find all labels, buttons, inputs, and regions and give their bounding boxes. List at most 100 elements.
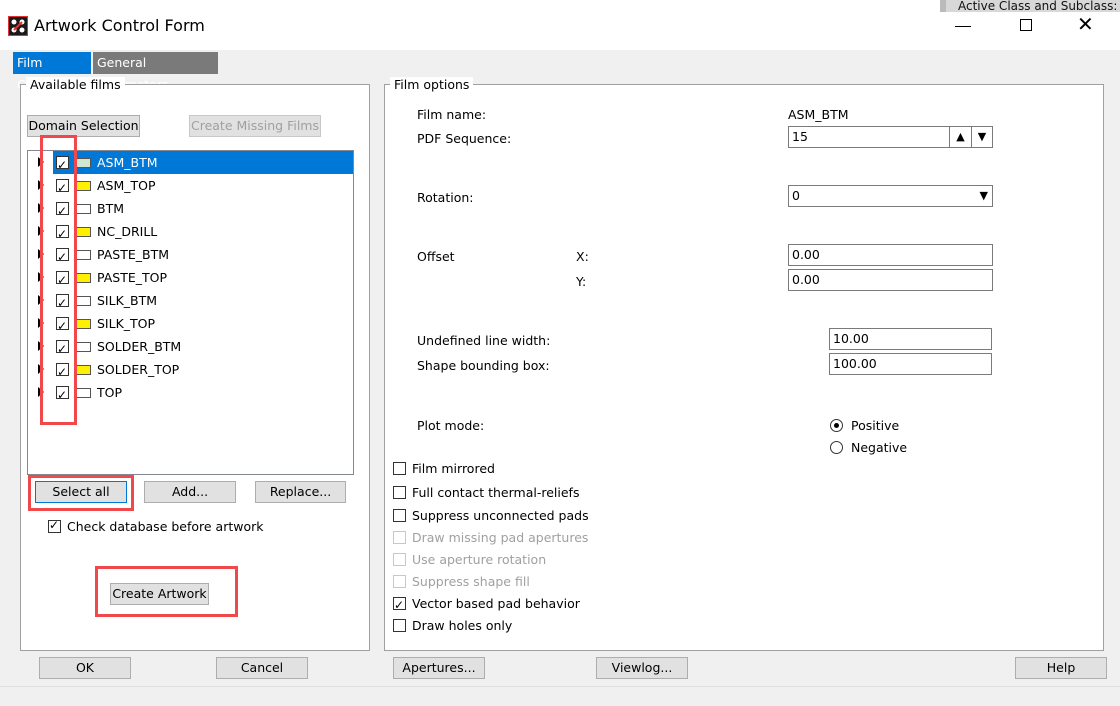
domain-selection-button[interactable]: Domain Selection — [27, 115, 140, 137]
film-name-value: ASM_BTM — [788, 107, 849, 122]
offset-x-input[interactable]: 0.00 — [788, 244, 993, 266]
undefined-line-width-input[interactable]: 10.00 — [829, 328, 992, 350]
film-item[interactable]: BTM — [28, 197, 358, 223]
background-window-text: Active Class and Subclass: — [940, 0, 1120, 12]
option-label: Use aperture rotation — [412, 552, 547, 567]
option-full-contact-thermal-reliefs[interactable]: Full contact thermal-reliefs — [393, 483, 579, 503]
window-title: Artwork Control Form — [34, 16, 205, 35]
minimize-button[interactable] — [955, 26, 971, 27]
option-checkbox[interactable] — [393, 462, 406, 475]
folder-icon — [76, 181, 91, 191]
check-database-checkbox[interactable] — [48, 518, 61, 533]
option-label: Draw holes only — [412, 618, 513, 633]
shape-bounding-box-label: Shape bounding box: — [417, 358, 550, 373]
rotation-select[interactable]: 0 ▼ — [788, 185, 993, 207]
film-item[interactable]: PASTE_TOP — [28, 266, 358, 292]
folder-icon — [76, 227, 91, 237]
pdf-sequence-label: PDF Sequence: — [417, 131, 512, 146]
add-button[interactable]: Add... — [144, 481, 236, 503]
option-label: Vector based pad behavior — [412, 596, 580, 611]
film-name: BTM — [97, 201, 124, 216]
film-item[interactable]: SOLDER_BTM — [28, 335, 358, 361]
apertures-button[interactable]: Apertures... — [393, 657, 485, 679]
film-item[interactable]: NC_DRILL — [28, 220, 358, 246]
option-checkbox — [393, 575, 406, 588]
offset-label: Offset — [417, 249, 455, 264]
film-item[interactable]: ASM_BTM — [28, 151, 358, 177]
maximize-button[interactable] — [1020, 19, 1032, 31]
film-name: PASTE_BTM — [97, 247, 170, 262]
option-draw-missing-pad-apertures: Draw missing pad apertures — [393, 528, 588, 548]
option-label: Suppress unconnected pads — [412, 508, 589, 523]
option-checkbox[interactable] — [393, 509, 406, 522]
negative-radio[interactable]: Negative — [830, 440, 907, 455]
spin-up-icon[interactable]: ▲ — [949, 126, 971, 148]
check-database-option[interactable]: Check database before artwork — [48, 518, 264, 534]
help-button[interactable]: Help — [1015, 657, 1107, 679]
folder-icon — [76, 388, 91, 398]
undefined-line-width-label: Undefined line width: — [417, 333, 551, 348]
close-button[interactable]: ✕ — [1077, 12, 1094, 36]
option-checkbox[interactable] — [393, 486, 406, 499]
film-item[interactable]: SILK_TOP — [28, 312, 358, 338]
film-name: NC_DRILL — [97, 224, 158, 239]
tab-film-control[interactable]: Film Control — [13, 52, 91, 92]
offset-x-label: X: — [576, 249, 589, 264]
chevron-down-icon: ▼ — [979, 189, 988, 202]
offset-y-label: Y: — [576, 274, 587, 289]
option-use-aperture-rotation: Use aperture rotation — [393, 550, 546, 570]
film-item[interactable]: ASM_TOP — [28, 174, 358, 200]
spin-down-icon[interactable]: ▼ — [971, 126, 993, 148]
film-item[interactable]: PASTE_BTM — [28, 243, 358, 269]
film-item[interactable]: TOP — [28, 381, 358, 407]
folder-icon — [76, 250, 91, 260]
folder-icon — [76, 273, 91, 283]
status-bar — [0, 686, 1120, 706]
option-label: Suppress shape fill — [412, 574, 530, 589]
replace-button[interactable]: Replace... — [255, 481, 346, 503]
folder-icon — [76, 296, 91, 306]
cancel-button[interactable]: Cancel — [216, 657, 308, 679]
option-label: Full contact thermal-reliefs — [412, 485, 580, 500]
folder-icon — [76, 319, 91, 329]
film-name: SOLDER_BTM — [97, 339, 182, 354]
film-name: PASTE_TOP — [97, 270, 168, 285]
ok-button[interactable]: OK — [39, 657, 131, 679]
option-film-mirrored[interactable]: Film mirrored — [393, 459, 495, 479]
option-checkbox — [393, 553, 406, 566]
highlight-select-all — [28, 475, 134, 511]
highlight-checkboxes — [40, 135, 77, 425]
option-checkbox — [393, 531, 406, 544]
available-films-label: Available films — [26, 77, 125, 92]
film-name: ASM_TOP — [97, 178, 156, 193]
option-checkbox[interactable] — [393, 595, 406, 615]
film-name-label: Film name: — [417, 107, 487, 122]
plot-mode-label: Plot mode: — [417, 418, 485, 433]
option-checkbox[interactable] — [393, 619, 406, 632]
film-name: SOLDER_TOP — [97, 362, 180, 377]
folder-icon — [76, 342, 91, 352]
shape-bounding-box-input[interactable]: 100.00 — [829, 353, 992, 375]
option-label: Draw missing pad apertures — [412, 530, 589, 545]
option-suppress-shape-fill: Suppress shape fill — [393, 572, 530, 592]
tab-general-parameters[interactable]: General Parameters — [93, 52, 218, 92]
option-suppress-unconnected-pads[interactable]: Suppress unconnected pads — [393, 506, 589, 526]
viewlog-button[interactable]: Viewlog... — [596, 657, 688, 679]
offset-y-input[interactable]: 0.00 — [788, 269, 993, 291]
option-label: Film mirrored — [412, 461, 495, 476]
positive-radio[interactable]: Positive — [830, 418, 899, 433]
film-item[interactable]: SOLDER_TOP — [28, 358, 358, 384]
film-options-label: Film options — [390, 77, 474, 92]
rotation-label: Rotation: — [417, 190, 474, 205]
film-name: ASM_BTM — [97, 155, 158, 170]
app-logo-icon — [8, 16, 28, 36]
folder-icon — [76, 365, 91, 375]
film-name: SILK_BTM — [97, 293, 158, 308]
film-item[interactable]: SILK_BTM — [28, 289, 358, 315]
create-missing-films-button: Create Missing Films — [189, 115, 321, 137]
highlight-create-artwork — [95, 566, 238, 617]
option-draw-holes-only[interactable]: Draw holes only — [393, 616, 512, 636]
folder-icon — [76, 158, 91, 168]
film-name: SILK_TOP — [97, 316, 156, 331]
option-vector-based-pad-behavior[interactable]: Vector based pad behavior — [393, 594, 580, 615]
